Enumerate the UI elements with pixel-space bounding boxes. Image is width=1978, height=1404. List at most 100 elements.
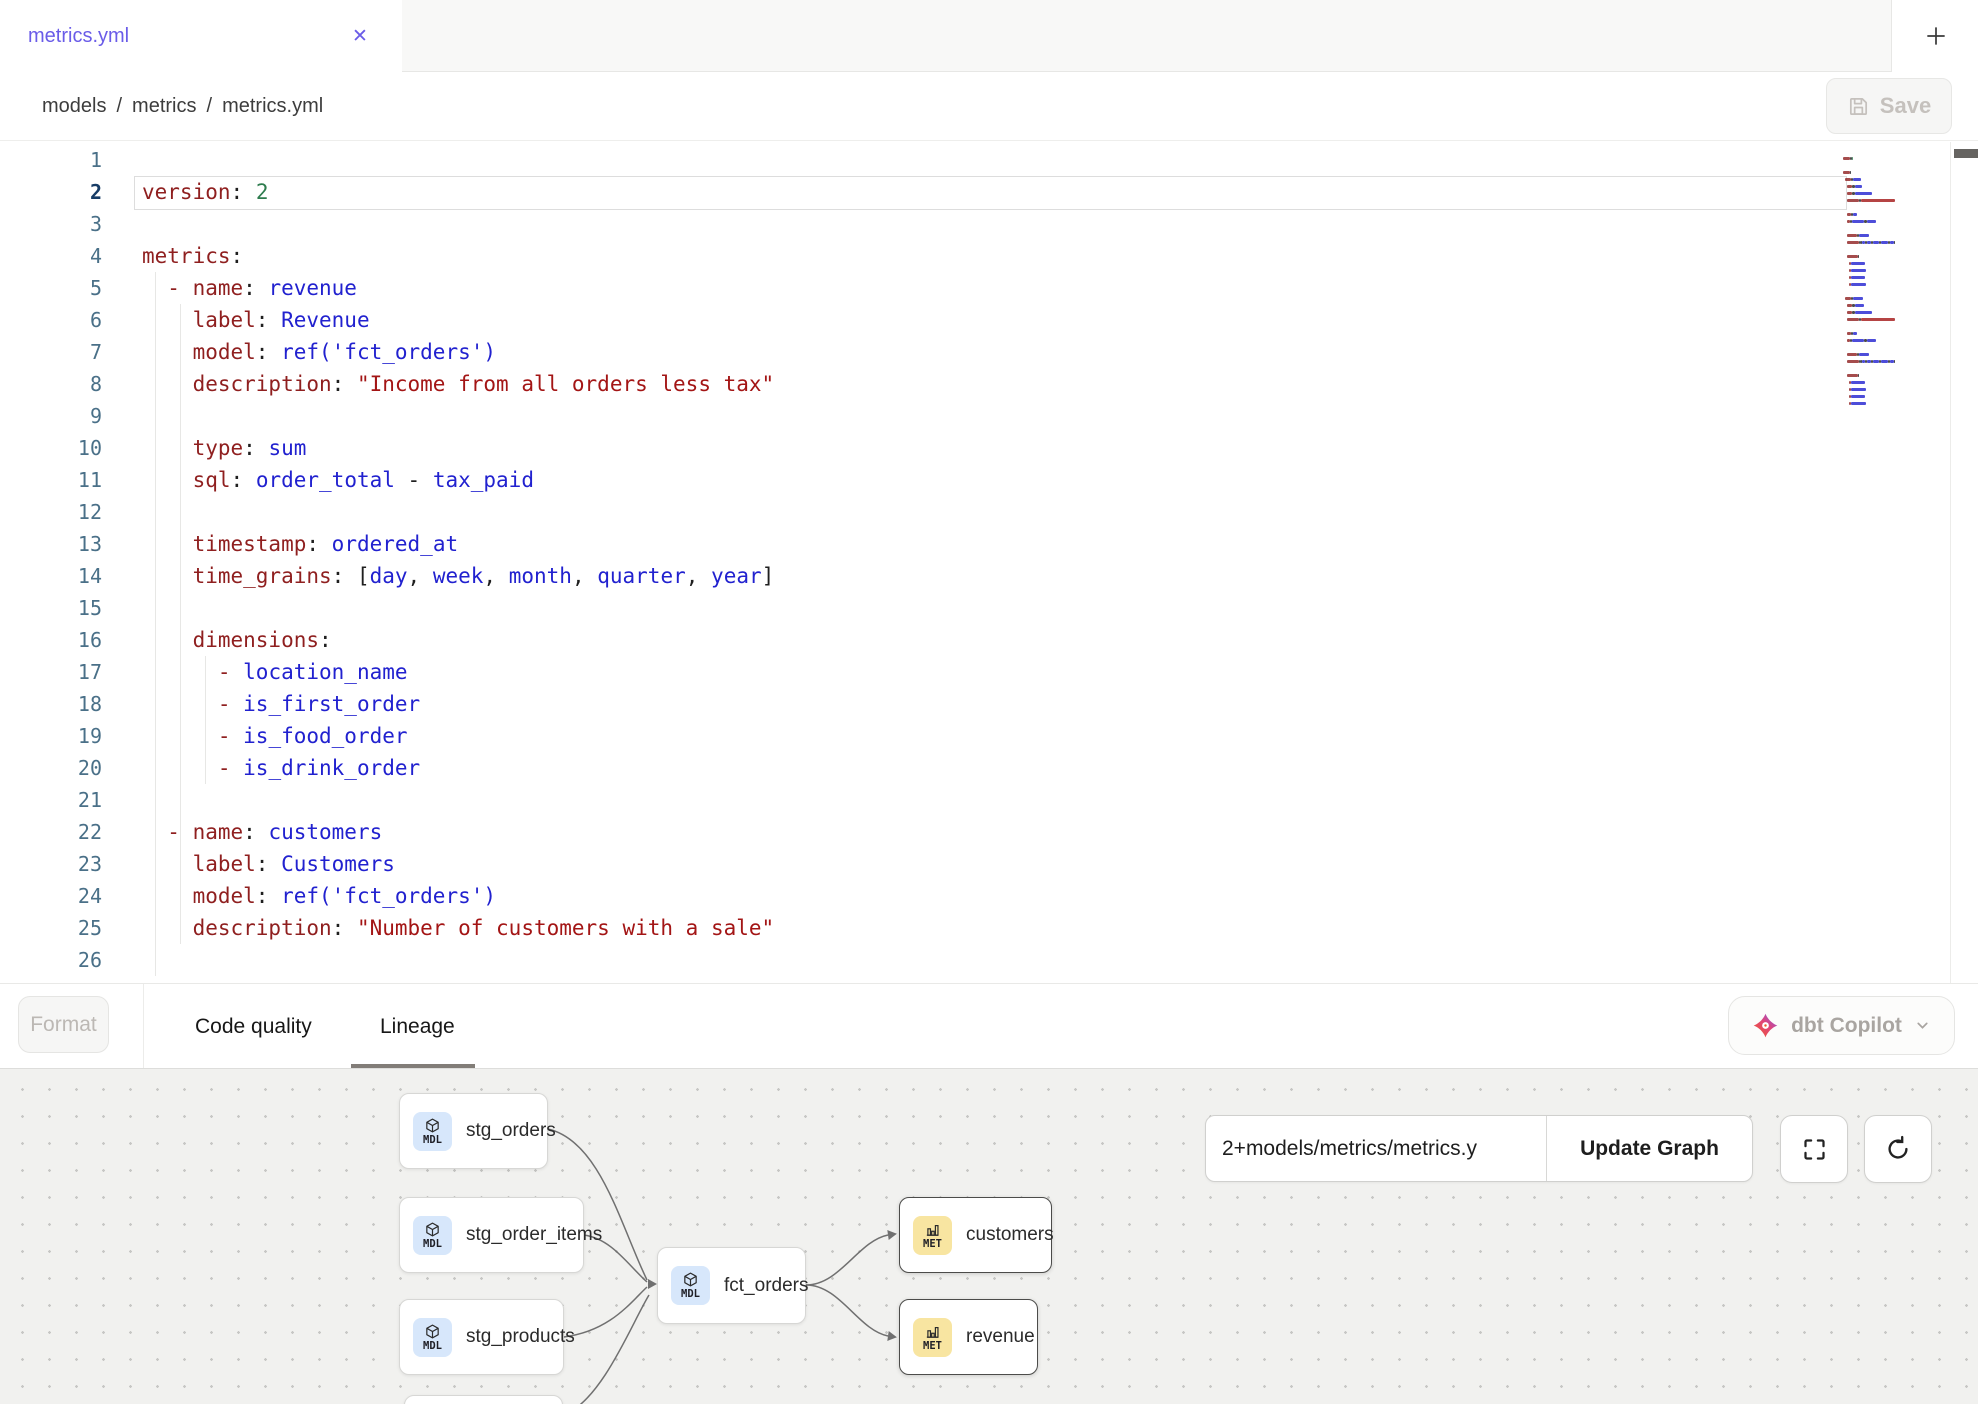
minimap-line (1843, 220, 1876, 223)
edge-arrowhead (887, 1331, 897, 1342)
line-number: 26 (78, 944, 102, 976)
line-number: 21 (78, 784, 102, 816)
dbt-ide-window: metrics.yml ✕ models / metrics / metrics… (0, 0, 1978, 1404)
indent-guide (180, 304, 181, 944)
minimap-line (1843, 311, 1872, 314)
cube-icon (682, 1271, 699, 1288)
dbt-copilot-label: dbt Copilot (1791, 1014, 1902, 1038)
tab-lineage-label: Lineage (380, 1015, 455, 1039)
code-line: - is_drink_order (142, 752, 420, 784)
format-label: Format (30, 1013, 97, 1037)
overview-ruler[interactable] (1950, 142, 1978, 983)
new-tab-button[interactable] (1891, 0, 1978, 72)
refresh-button[interactable] (1864, 1115, 1932, 1183)
line-number: 2 (90, 176, 102, 208)
badge-label: MDL (681, 1289, 700, 1300)
minimap-line (1843, 353, 1869, 356)
line-number: 16 (78, 624, 102, 656)
minimap-line (1843, 241, 1895, 244)
breadcrumb-models: models (42, 95, 106, 118)
update-graph-button[interactable]: Update Graph (1547, 1116, 1752, 1181)
minimap-line (1843, 199, 1895, 202)
line-number: 11 (78, 464, 102, 496)
node-label: revenue (966, 1326, 1035, 1348)
minimap-line (1843, 339, 1876, 342)
line-number: 9 (90, 400, 102, 432)
line-number: 5 (90, 272, 102, 304)
lineage-node-offscreen_node[interactable] (404, 1395, 563, 1404)
node-label: fct_orders (724, 1275, 808, 1297)
minimap-line (1843, 402, 1866, 405)
tab-metrics-yml[interactable]: metrics.yml ✕ (0, 0, 403, 72)
line-number: 19 (78, 720, 102, 752)
lineage-selector-input[interactable] (1206, 1116, 1546, 1181)
line-number: 12 (78, 496, 102, 528)
minimap-line (1843, 213, 1857, 216)
code-editor[interactable]: 1234567891011121314151617181920212223242… (0, 142, 1978, 983)
minimap-line (1843, 297, 1863, 300)
lineage-canvas[interactable]: MDLstg_ordersMDLstg_order_itemsMDLstg_pr… (0, 1068, 1978, 1404)
save-button[interactable]: Save (1826, 78, 1952, 134)
model-badge: MDL (413, 1216, 452, 1255)
indent-guide (205, 656, 206, 784)
current-line-highlight (134, 176, 1847, 210)
badge-label: MDL (423, 1341, 442, 1352)
minimap-line (1843, 388, 1866, 391)
tab-title: metrics.yml (28, 25, 129, 48)
code-line: - name: revenue (142, 272, 357, 304)
bar-chart-icon (924, 1323, 941, 1340)
line-number: 3 (90, 208, 102, 240)
tab-strip-empty (402, 0, 1891, 72)
minimap-line (1843, 269, 1866, 272)
dbt-copilot-button[interactable]: dbt Copilot (1728, 996, 1955, 1055)
code-line: - is_first_order (142, 688, 420, 720)
minimap-line (1843, 381, 1865, 384)
line-number: 22 (78, 816, 102, 848)
model-badge: MDL (413, 1318, 452, 1357)
line-number: 18 (78, 688, 102, 720)
indent-guide (155, 272, 156, 976)
code-line: version: 2 (142, 176, 268, 208)
fullscreen-button[interactable] (1780, 1115, 1848, 1183)
lineage-node-customers[interactable]: METcustomers (899, 1197, 1052, 1273)
minimap[interactable] (1843, 150, 1948, 710)
line-number: 1 (90, 144, 102, 176)
minimap-line (1843, 276, 1865, 279)
minimap-line (1843, 234, 1869, 237)
minimap-line (1843, 185, 1862, 188)
minimap-line (1843, 283, 1866, 286)
badge-label: MDL (423, 1135, 442, 1146)
minimap-line (1843, 178, 1861, 181)
badge-label: MET (923, 1341, 942, 1352)
node-label: stg_products (466, 1326, 575, 1348)
line-number: 25 (78, 912, 102, 944)
bottom-toolbar: Format Code quality Lineage dbt Copilot (0, 983, 1978, 1069)
lineage-node-stg_orders[interactable]: MDLstg_orders (399, 1093, 548, 1169)
dbt-copilot-logo-icon (1752, 1012, 1779, 1039)
lineage-node-stg_products[interactable]: MDLstg_products (399, 1299, 564, 1375)
tab-lineage[interactable]: Lineage (380, 984, 455, 1069)
fullscreen-icon (1801, 1136, 1828, 1163)
model-badge: MDL (671, 1266, 710, 1305)
minimap-line (1843, 395, 1865, 398)
lineage-node-fct_orders[interactable]: MDL fct_orders (657, 1247, 806, 1324)
lineage-node-stg_order_items[interactable]: MDLstg_order_items (399, 1197, 584, 1273)
code-line: - location_name (142, 656, 408, 688)
edge-fct_orders-to-customers (806, 1235, 888, 1285)
tab-code-quality[interactable]: Code quality (195, 984, 312, 1069)
edge-stg_products-to-fct_orders (564, 1287, 647, 1337)
lineage-node-revenue[interactable]: MET revenue (899, 1299, 1038, 1375)
plus-icon (1923, 23, 1949, 49)
close-icon[interactable]: ✕ (346, 22, 374, 50)
node-label: stg_order_items (466, 1224, 602, 1246)
code-line: - is_food_order (142, 720, 408, 752)
cube-icon (424, 1323, 441, 1340)
format-button[interactable]: Format (18, 996, 109, 1053)
update-graph-label: Update Graph (1580, 1137, 1719, 1161)
line-number: 23 (78, 848, 102, 880)
graph-controls: Update Graph (1205, 1115, 1753, 1182)
metric-badge: MET (913, 1216, 952, 1255)
edge-arrowhead (887, 1229, 897, 1240)
metric-badge: MET (913, 1318, 952, 1357)
line-number: 8 (90, 368, 102, 400)
